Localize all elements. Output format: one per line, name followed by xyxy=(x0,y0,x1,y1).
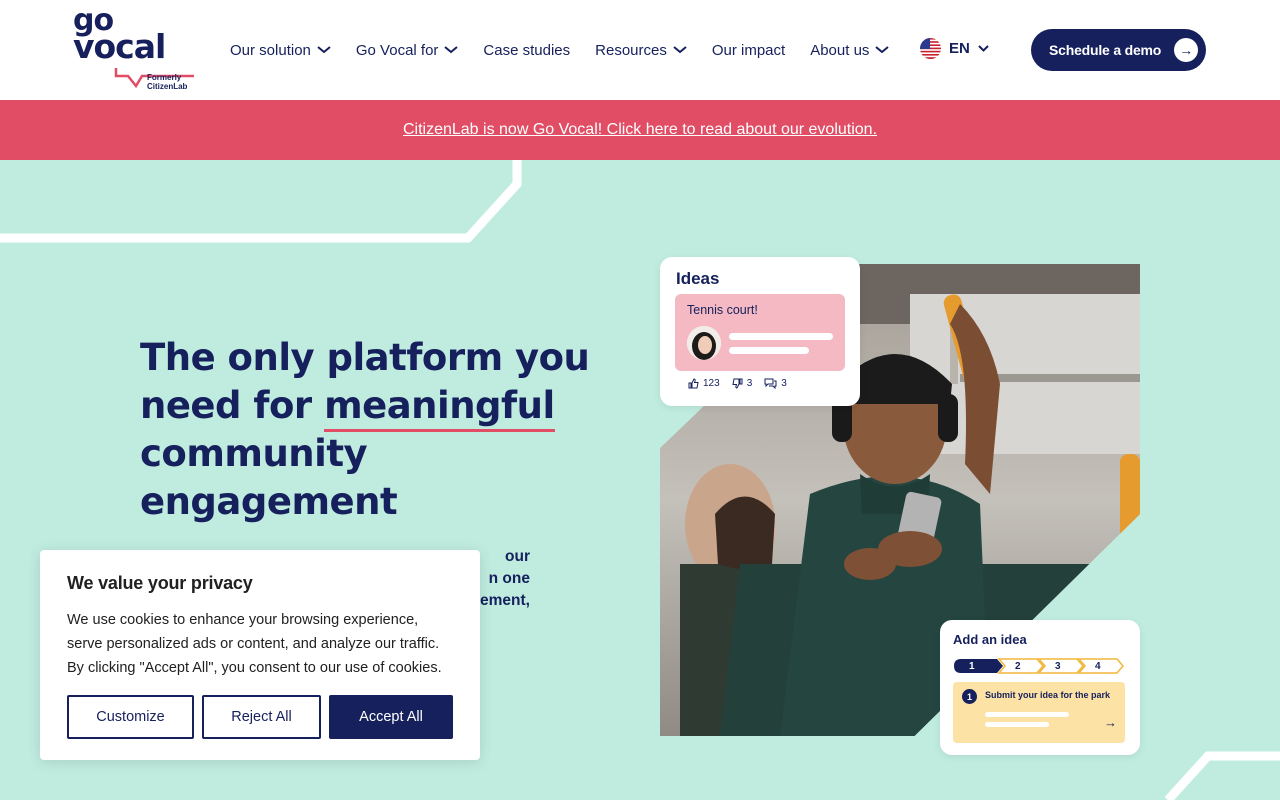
chevron-down-icon xyxy=(673,46,687,54)
step-1-label: 1 xyxy=(969,661,975,672)
step-text: Submit your idea for the park xyxy=(985,690,1111,700)
comment-count: 3 xyxy=(781,378,787,389)
site-header: go vocal Formerly CitizenLab Our solutio… xyxy=(0,0,1280,100)
hero-title-part2: community engagement xyxy=(140,432,398,523)
text-placeholder-line xyxy=(729,333,833,340)
customize-button[interactable]: Customize xyxy=(67,695,194,739)
hero-title: The only platform you need for meaningfu… xyxy=(140,334,600,526)
chevron-down-icon xyxy=(875,46,890,54)
text-placeholder-line xyxy=(985,722,1049,727)
nav-our-impact[interactable]: Our impact xyxy=(712,42,785,59)
decorative-outline-shape xyxy=(0,160,522,243)
banner-link[interactable]: CitizenLab is now Go Vocal! Click here t… xyxy=(403,121,877,139)
step-3-marker xyxy=(1037,658,1084,674)
step-1-marker xyxy=(954,659,1003,673)
arrow-right-icon: → xyxy=(1174,38,1198,62)
step-2-marker xyxy=(997,658,1044,674)
nav-resources[interactable]: Resources xyxy=(595,42,687,59)
avatar-image xyxy=(687,326,721,360)
upvote-stat[interactable]: 123 xyxy=(688,378,720,389)
cookie-title: We value your privacy xyxy=(67,573,253,593)
ideas-card: Ideas Tennis court! 123 3 3 xyxy=(660,257,860,406)
add-idea-card: Add an idea 1 2 3 4 1 Submit your idea f… xyxy=(940,620,1140,755)
text-placeholder-line xyxy=(985,712,1069,717)
cookie-body: We use cookies to enhance your browsing … xyxy=(67,612,442,676)
hero-title-highlight: meaningful xyxy=(324,382,555,432)
step-2-label: 2 xyxy=(1015,661,1021,672)
announcement-banner: CitizenLab is now Go Vocal! Click here t… xyxy=(0,100,1280,160)
downvote-stat[interactable]: 3 xyxy=(732,378,753,389)
idea-item[interactable]: Tennis court! xyxy=(675,294,845,371)
comment-icon xyxy=(764,378,777,389)
avatar xyxy=(687,326,721,360)
nav-label: About us xyxy=(810,41,870,59)
schedule-demo-button[interactable]: Schedule a demo → xyxy=(1031,29,1206,71)
main-nav: Our solution Go Vocal for Case studies R… xyxy=(230,38,890,62)
logo-tagline: Formerly CitizenLab xyxy=(147,73,187,91)
accept-all-button[interactable]: Accept All xyxy=(329,695,453,739)
step-4-label: 4 xyxy=(1095,661,1101,672)
cta-label: Schedule a demo xyxy=(1049,42,1162,58)
nav-label: Go Vocal for xyxy=(355,41,439,59)
chevron-down-icon xyxy=(444,46,459,54)
thumbs-down-icon xyxy=(732,378,743,389)
comment-stat[interactable]: 3 xyxy=(764,378,787,389)
chevron-down-icon xyxy=(317,46,331,54)
go-vocal-logo[interactable]: go vocal Formerly CitizenLab xyxy=(72,6,196,94)
nav-label: Our solution xyxy=(230,41,311,59)
nav-label: Resources xyxy=(595,41,667,59)
nav-label: Case studies xyxy=(483,41,571,59)
step-4-marker xyxy=(1077,658,1124,674)
nav-case-studies[interactable]: Case studies xyxy=(483,42,570,59)
logo-word-vocal: vocal xyxy=(73,27,166,66)
us-flag-icon xyxy=(920,38,941,59)
idea-stats: 123 3 3 xyxy=(688,378,787,389)
nav-about-us[interactable]: About us xyxy=(810,41,890,59)
chevron-down-icon xyxy=(978,45,989,52)
step-3-label: 3 xyxy=(1055,661,1061,672)
upvote-count: 123 xyxy=(703,378,720,389)
ideas-card-title: Ideas xyxy=(676,269,720,288)
arrow-right-icon: → xyxy=(1104,715,1117,730)
logo-tagline-formerly: Formerly xyxy=(147,73,182,82)
logo-tagline-citizenlab: CitizenLab xyxy=(147,82,188,91)
text-placeholder-line xyxy=(729,347,809,354)
idea-step-box[interactable]: 1 Submit your idea for the park → xyxy=(953,682,1125,743)
language-selector[interactable]: EN xyxy=(920,38,989,59)
step-number-badge: 1 xyxy=(962,689,977,704)
idea-label: Tennis court! xyxy=(687,303,758,317)
nav-go-vocal-for[interactable]: Go Vocal for xyxy=(356,42,459,59)
downvote-count: 3 xyxy=(746,378,753,389)
language-code: EN xyxy=(949,40,970,57)
decorative-outline-shape-bottom xyxy=(1164,751,1280,800)
nav-label: Our impact xyxy=(711,41,786,59)
thumbs-up-icon xyxy=(688,378,699,389)
add-idea-title: Add an idea xyxy=(953,632,1027,647)
reject-all-button[interactable]: Reject All xyxy=(202,695,321,739)
cookie-consent-panel: We value your privacy We use cookies to … xyxy=(40,550,480,760)
nav-our-solution[interactable]: Our solution xyxy=(230,42,331,59)
